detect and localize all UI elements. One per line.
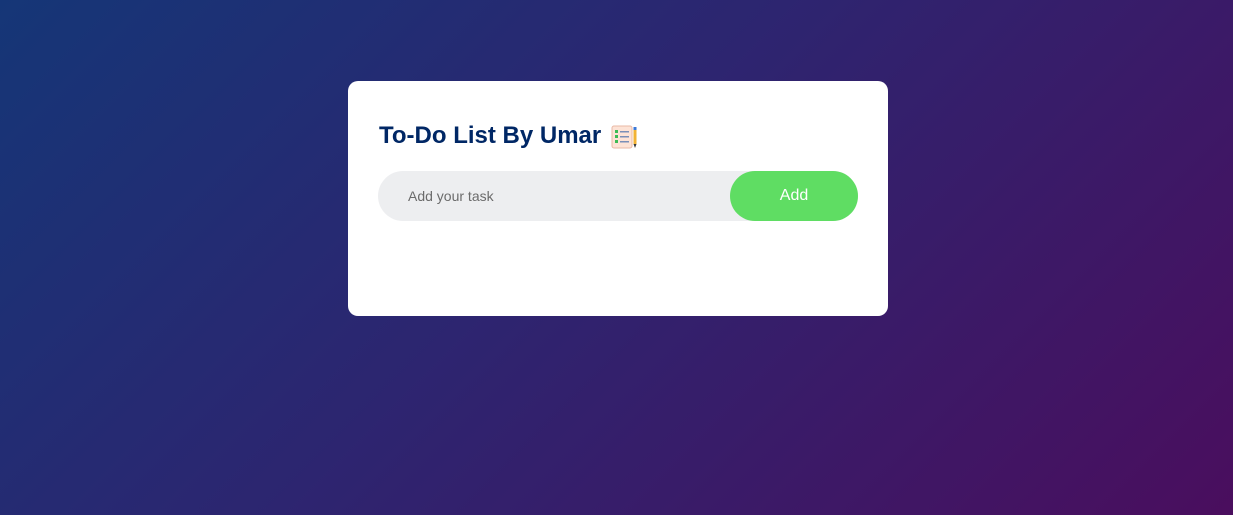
- add-button[interactable]: Add: [730, 171, 858, 221]
- task-entry-row: Add: [378, 171, 858, 221]
- checklist-notepad-icon: [611, 124, 639, 150]
- todo-card: To-Do List By Umar Add: [348, 81, 888, 316]
- page-background: { "todo": { "title": "To-Do List By Umar…: [0, 0, 1233, 515]
- title-row: To-Do List By Umar: [379, 121, 858, 151]
- page-title: To-Do List By Umar: [379, 122, 602, 149]
